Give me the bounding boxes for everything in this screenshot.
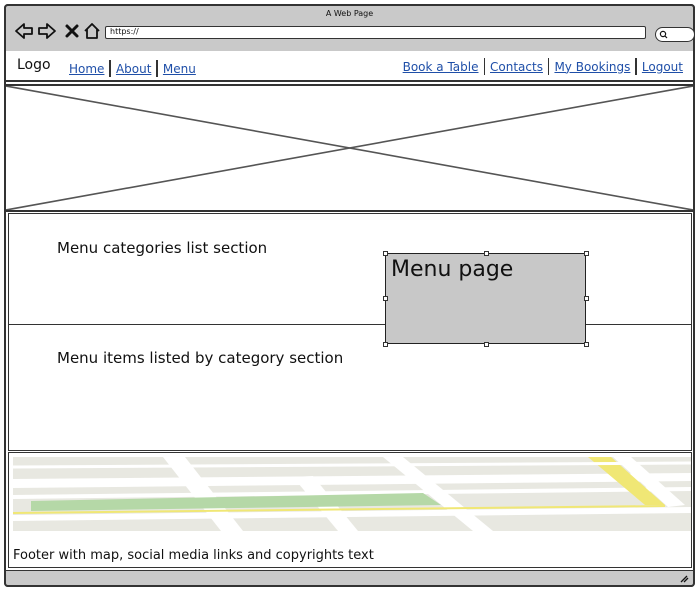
window-title: A Web Page <box>325 9 374 18</box>
nav-link-menu[interactable]: Menu <box>163 62 196 76</box>
resize-handle[interactable] <box>383 251 388 256</box>
search-box[interactable] <box>655 27 695 42</box>
resize-handle[interactable] <box>383 296 388 301</box>
site-logo[interactable]: Logo <box>17 57 51 73</box>
home-icon[interactable] <box>81 20 103 42</box>
address-bar[interactable]: https:// <box>105 26 646 39</box>
nav-link-book-a-table[interactable]: Book a Table <box>403 60 479 74</box>
resize-grip-icon[interactable] <box>679 574 689 583</box>
menu-items-section: Menu items listed by category section <box>8 324 692 451</box>
resize-handle[interactable] <box>584 251 589 256</box>
primary-nav: Home About Menu <box>69 60 196 77</box>
nav-link-home[interactable]: Home <box>69 62 104 76</box>
nav-link-about[interactable]: About <box>116 62 151 76</box>
browser-statusbar <box>4 570 695 587</box>
section-label: Menu items listed by category section <box>57 349 344 367</box>
map-image <box>13 457 691 531</box>
back-arrow-icon[interactable] <box>13 20 35 42</box>
resize-handle[interactable] <box>383 342 388 347</box>
nav-divider <box>109 60 111 77</box>
page-title-note[interactable]: Menu page <box>385 253 586 344</box>
menu-categories-section: Menu categories list section <box>8 213 692 325</box>
forward-arrow-icon[interactable] <box>36 20 58 42</box>
account-nav: Book a Table Contacts My Bookings Logout <box>403 58 683 75</box>
footer: Footer with map, social media links and … <box>8 452 692 568</box>
hero-image-placeholder <box>4 84 695 212</box>
resize-handle[interactable] <box>584 296 589 301</box>
section-label: Menu categories list section <box>57 239 268 257</box>
close-icon[interactable] <box>61 20 83 42</box>
nav-link-my-bookings[interactable]: My Bookings <box>554 60 630 74</box>
nav-divider <box>547 58 550 75</box>
resize-handle[interactable] <box>484 342 489 347</box>
browser-toolbar: A Web Page https:// <box>4 4 695 51</box>
nav-divider <box>156 60 158 77</box>
nav-link-contacts[interactable]: Contacts <box>490 60 543 74</box>
nav-link-logout[interactable]: Logout <box>642 60 683 74</box>
site-navbar: Logo Home About Menu Book a Table Contac… <box>6 51 693 82</box>
nav-divider <box>635 58 637 75</box>
nav-divider <box>483 58 485 75</box>
footer-text: Footer with map, social media links and … <box>13 548 374 563</box>
resize-handle[interactable] <box>484 251 489 256</box>
page-title: Menu page <box>391 257 514 282</box>
resize-handle[interactable] <box>584 342 589 347</box>
search-icon <box>659 30 668 39</box>
